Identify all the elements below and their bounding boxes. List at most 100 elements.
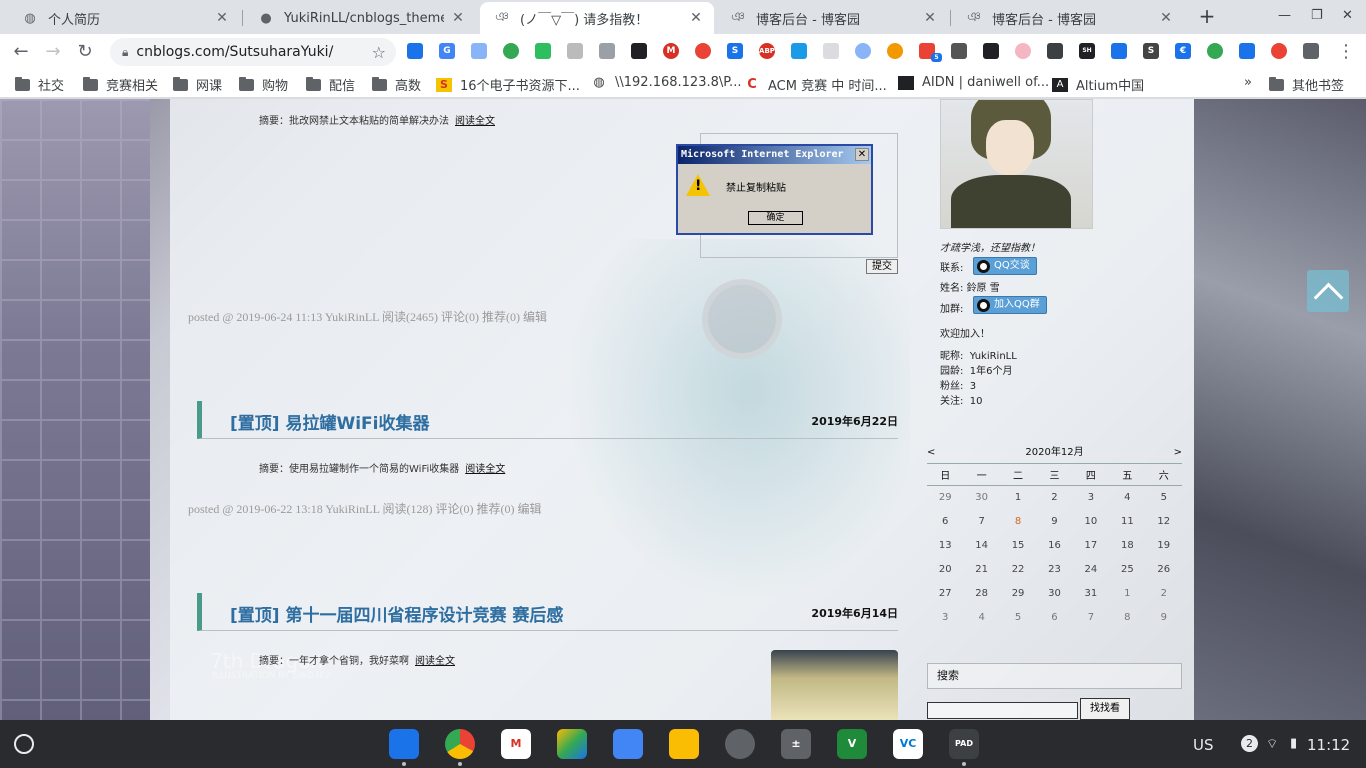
read-more-link[interactable]: 阅读全文 (455, 116, 495, 127)
extension-icon[interactable]: S (727, 43, 743, 59)
calendar-day[interactable]: 12 (1146, 510, 1182, 534)
keep-icon[interactable] (669, 729, 699, 759)
battery-icon[interactable]: ▮ (1290, 736, 1297, 751)
extension-icon[interactable] (567, 43, 583, 59)
launcher-icon[interactable] (14, 734, 34, 754)
clock[interactable]: 11:12 (1307, 736, 1350, 754)
calendar-day[interactable]: 7 (963, 510, 999, 534)
bookmark-link[interactable]: AIDN | daniwell of... (898, 75, 1049, 90)
calendar-next-month[interactable]: > (1174, 443, 1182, 463)
close-icon[interactable]: ✕ (450, 10, 466, 26)
bookmark-folder[interactable]: 配信 (305, 75, 355, 94)
close-icon[interactable]: ✕ (214, 10, 230, 26)
extension-icon[interactable] (1207, 43, 1223, 59)
calendar-day[interactable]: 1 (1109, 582, 1145, 606)
dropbox-icon[interactable] (599, 43, 615, 59)
extension-icon[interactable] (1015, 43, 1031, 59)
calendar-day[interactable]: 15 (1000, 534, 1036, 558)
bookmark-star-icon[interactable]: ☆ (372, 43, 386, 62)
calendar-day[interactable]: 20 (927, 558, 963, 582)
back-icon[interactable]: ← (9, 40, 33, 64)
bookmark-link[interactable]: S 16个电子书资源下... (436, 75, 580, 94)
calendar-day[interactable]: 24 (1073, 558, 1109, 582)
calendar-day[interactable]: 2 (1146, 582, 1182, 606)
calendar-day[interactable]: 28 (963, 582, 999, 606)
new-tab-button[interactable]: + (1196, 6, 1218, 28)
extension-icon[interactable] (503, 43, 519, 59)
chrome-icon[interactable] (445, 729, 475, 759)
search-input[interactable] (927, 702, 1078, 719)
extension-icon[interactable] (1111, 43, 1127, 59)
qq-chat-button[interactable]: QQ交谈 (973, 257, 1037, 275)
calendar-day[interactable]: 7 (1073, 606, 1109, 630)
read-more-link[interactable]: 阅读全文 (415, 656, 455, 667)
calendar-day[interactable]: 3 (927, 606, 963, 630)
extension-icon[interactable]: SH (1079, 43, 1095, 59)
gmail-icon[interactable]: M (501, 729, 531, 759)
docs-icon[interactable] (613, 729, 643, 759)
tab-resume[interactable]: ◍ 个人简历 ✕ (8, 2, 240, 34)
calendar-day[interactable]: 14 (963, 534, 999, 558)
calendar-day[interactable]: 3 (1073, 486, 1109, 510)
close-window-icon[interactable]: ✕ (1342, 8, 1353, 23)
calendar-day[interactable]: 13 (927, 534, 963, 558)
extension-icon[interactable] (887, 43, 903, 59)
forward-icon[interactable]: → (41, 40, 65, 64)
wifi-icon[interactable]: ⌔ (1266, 736, 1278, 752)
calendar-day[interactable]: 4 (963, 606, 999, 630)
extension-icon[interactable]: M (663, 43, 679, 59)
notification-count[interactable]: 2 (1241, 735, 1258, 752)
calendar-day[interactable]: 17 (1073, 534, 1109, 558)
bookmark-folder[interactable]: 竞赛相关 (82, 75, 158, 94)
calendar-day[interactable]: 21 (963, 558, 999, 582)
read-more-link[interactable]: 阅读全文 (465, 464, 505, 475)
extension-icon[interactable] (951, 43, 967, 59)
other-bookmarks[interactable]: 其他书签 (1268, 75, 1344, 94)
extension-icon[interactable] (983, 43, 999, 59)
calendar-day[interactable]: 5 (1000, 606, 1036, 630)
menu-icon[interactable]: ⋮ (1334, 40, 1358, 64)
close-icon[interactable]: ✕ (688, 10, 704, 26)
tab-github[interactable]: ● YukiRinLL/cnblogs_theme_cu ✕ (244, 2, 476, 34)
calendar-day[interactable]: 1 (1000, 486, 1036, 510)
restore-icon[interactable]: ❐ (1311, 8, 1323, 23)
vscode-icon[interactable]: VC (893, 729, 923, 759)
code-pad-icon[interactable]: PAD (949, 729, 979, 759)
calendar-prev-month[interactable]: < (927, 443, 935, 463)
calendar-day[interactable]: 10 (1073, 510, 1109, 534)
camera-icon[interactable] (725, 729, 755, 759)
extension-icon[interactable] (823, 43, 839, 59)
calendar-day[interactable]: 19 (1146, 534, 1182, 558)
extension-icon[interactable]: S (1143, 43, 1159, 59)
calendar-day[interactable]: 18 (1109, 534, 1145, 558)
calendar-day[interactable]: 29 (1000, 582, 1036, 606)
tab-blog-admin-1[interactable]: ঞ 博客后台 - 博客园 ✕ (716, 2, 948, 34)
calendar-day[interactable]: 2 (1036, 486, 1072, 510)
ime-indicator[interactable]: US (1193, 736, 1214, 754)
calendar-day[interactable]: 31 (1073, 582, 1109, 606)
drive-icon[interactable] (557, 729, 587, 759)
fans-link[interactable]: 3 (970, 381, 976, 392)
evernote-icon[interactable] (535, 43, 551, 59)
extension-icon[interactable] (471, 43, 487, 59)
post-title-link[interactable]: [置顶] 易拉罐WiFi收集器 (230, 409, 429, 434)
translate-icon[interactable]: G (439, 43, 455, 59)
adblock-icon[interactable]: ABP (759, 43, 775, 59)
calendar-day[interactable]: 11 (1109, 510, 1145, 534)
bookmark-link[interactable]: A Altium中国 (1052, 75, 1144, 94)
extension-icon[interactable] (407, 43, 423, 59)
bookmark-folder[interactable]: 购物 (238, 75, 288, 94)
bookmark-folder[interactable]: 高数 (371, 75, 421, 94)
bookmark-folder[interactable]: 社交 (14, 75, 64, 94)
follow-link[interactable]: 10 (970, 396, 983, 407)
search-button[interactable]: 找找看 (1080, 698, 1130, 720)
extension-icon[interactable] (1047, 43, 1063, 59)
calendar-day[interactable]: 27 (927, 582, 963, 606)
extension-icon[interactable] (855, 43, 871, 59)
extension-icon[interactable] (791, 43, 807, 59)
calendar-day[interactable]: 8 (1000, 510, 1036, 534)
calendar-day[interactable]: 23 (1036, 558, 1072, 582)
bookmark-link[interactable]: ◍ \\192.168.123.8\P... (591, 75, 741, 90)
extension-icon[interactable] (1271, 43, 1287, 59)
extension-icon[interactable] (631, 43, 647, 59)
